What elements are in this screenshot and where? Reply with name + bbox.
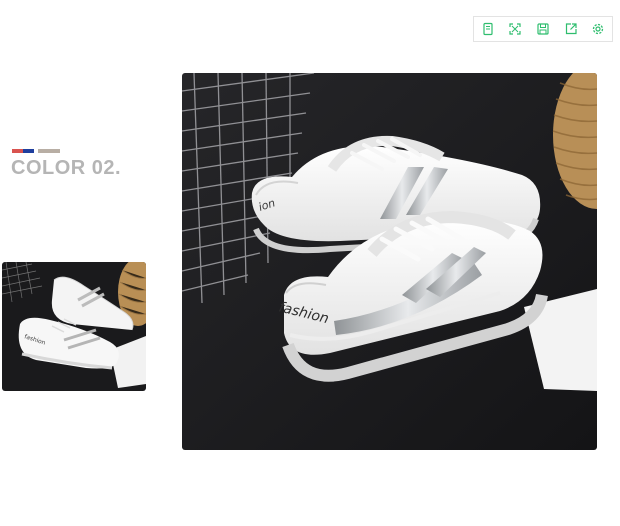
- share-icon: [565, 23, 577, 35]
- expand-icon: [509, 23, 521, 35]
- save-icon: [537, 23, 549, 35]
- product-main-image: ion fashion: [182, 73, 597, 450]
- copy-button[interactable]: [474, 17, 502, 41]
- image-toolbar: [473, 16, 613, 42]
- swatch-red: [12, 149, 23, 153]
- color-swatch-red-blue[interactable]: [12, 149, 34, 153]
- sneaker-thumbnail-image: fashion: [2, 262, 146, 391]
- save-button[interactable]: [529, 17, 557, 41]
- settings-button[interactable]: [584, 17, 612, 41]
- product-thumbnail[interactable]: fashion: [2, 262, 146, 391]
- color-swatches: [12, 149, 60, 155]
- copy-icon: [483, 22, 493, 36]
- share-button[interactable]: [557, 17, 585, 41]
- settings-icon: [593, 23, 604, 35]
- expand-button[interactable]: [502, 17, 530, 41]
- color-option-label: COLOR 02.: [11, 157, 122, 179]
- color-swatch-taupe[interactable]: [38, 149, 60, 153]
- sneaker-main-image: ion fashion: [182, 73, 597, 450]
- swatch-blue: [23, 149, 34, 153]
